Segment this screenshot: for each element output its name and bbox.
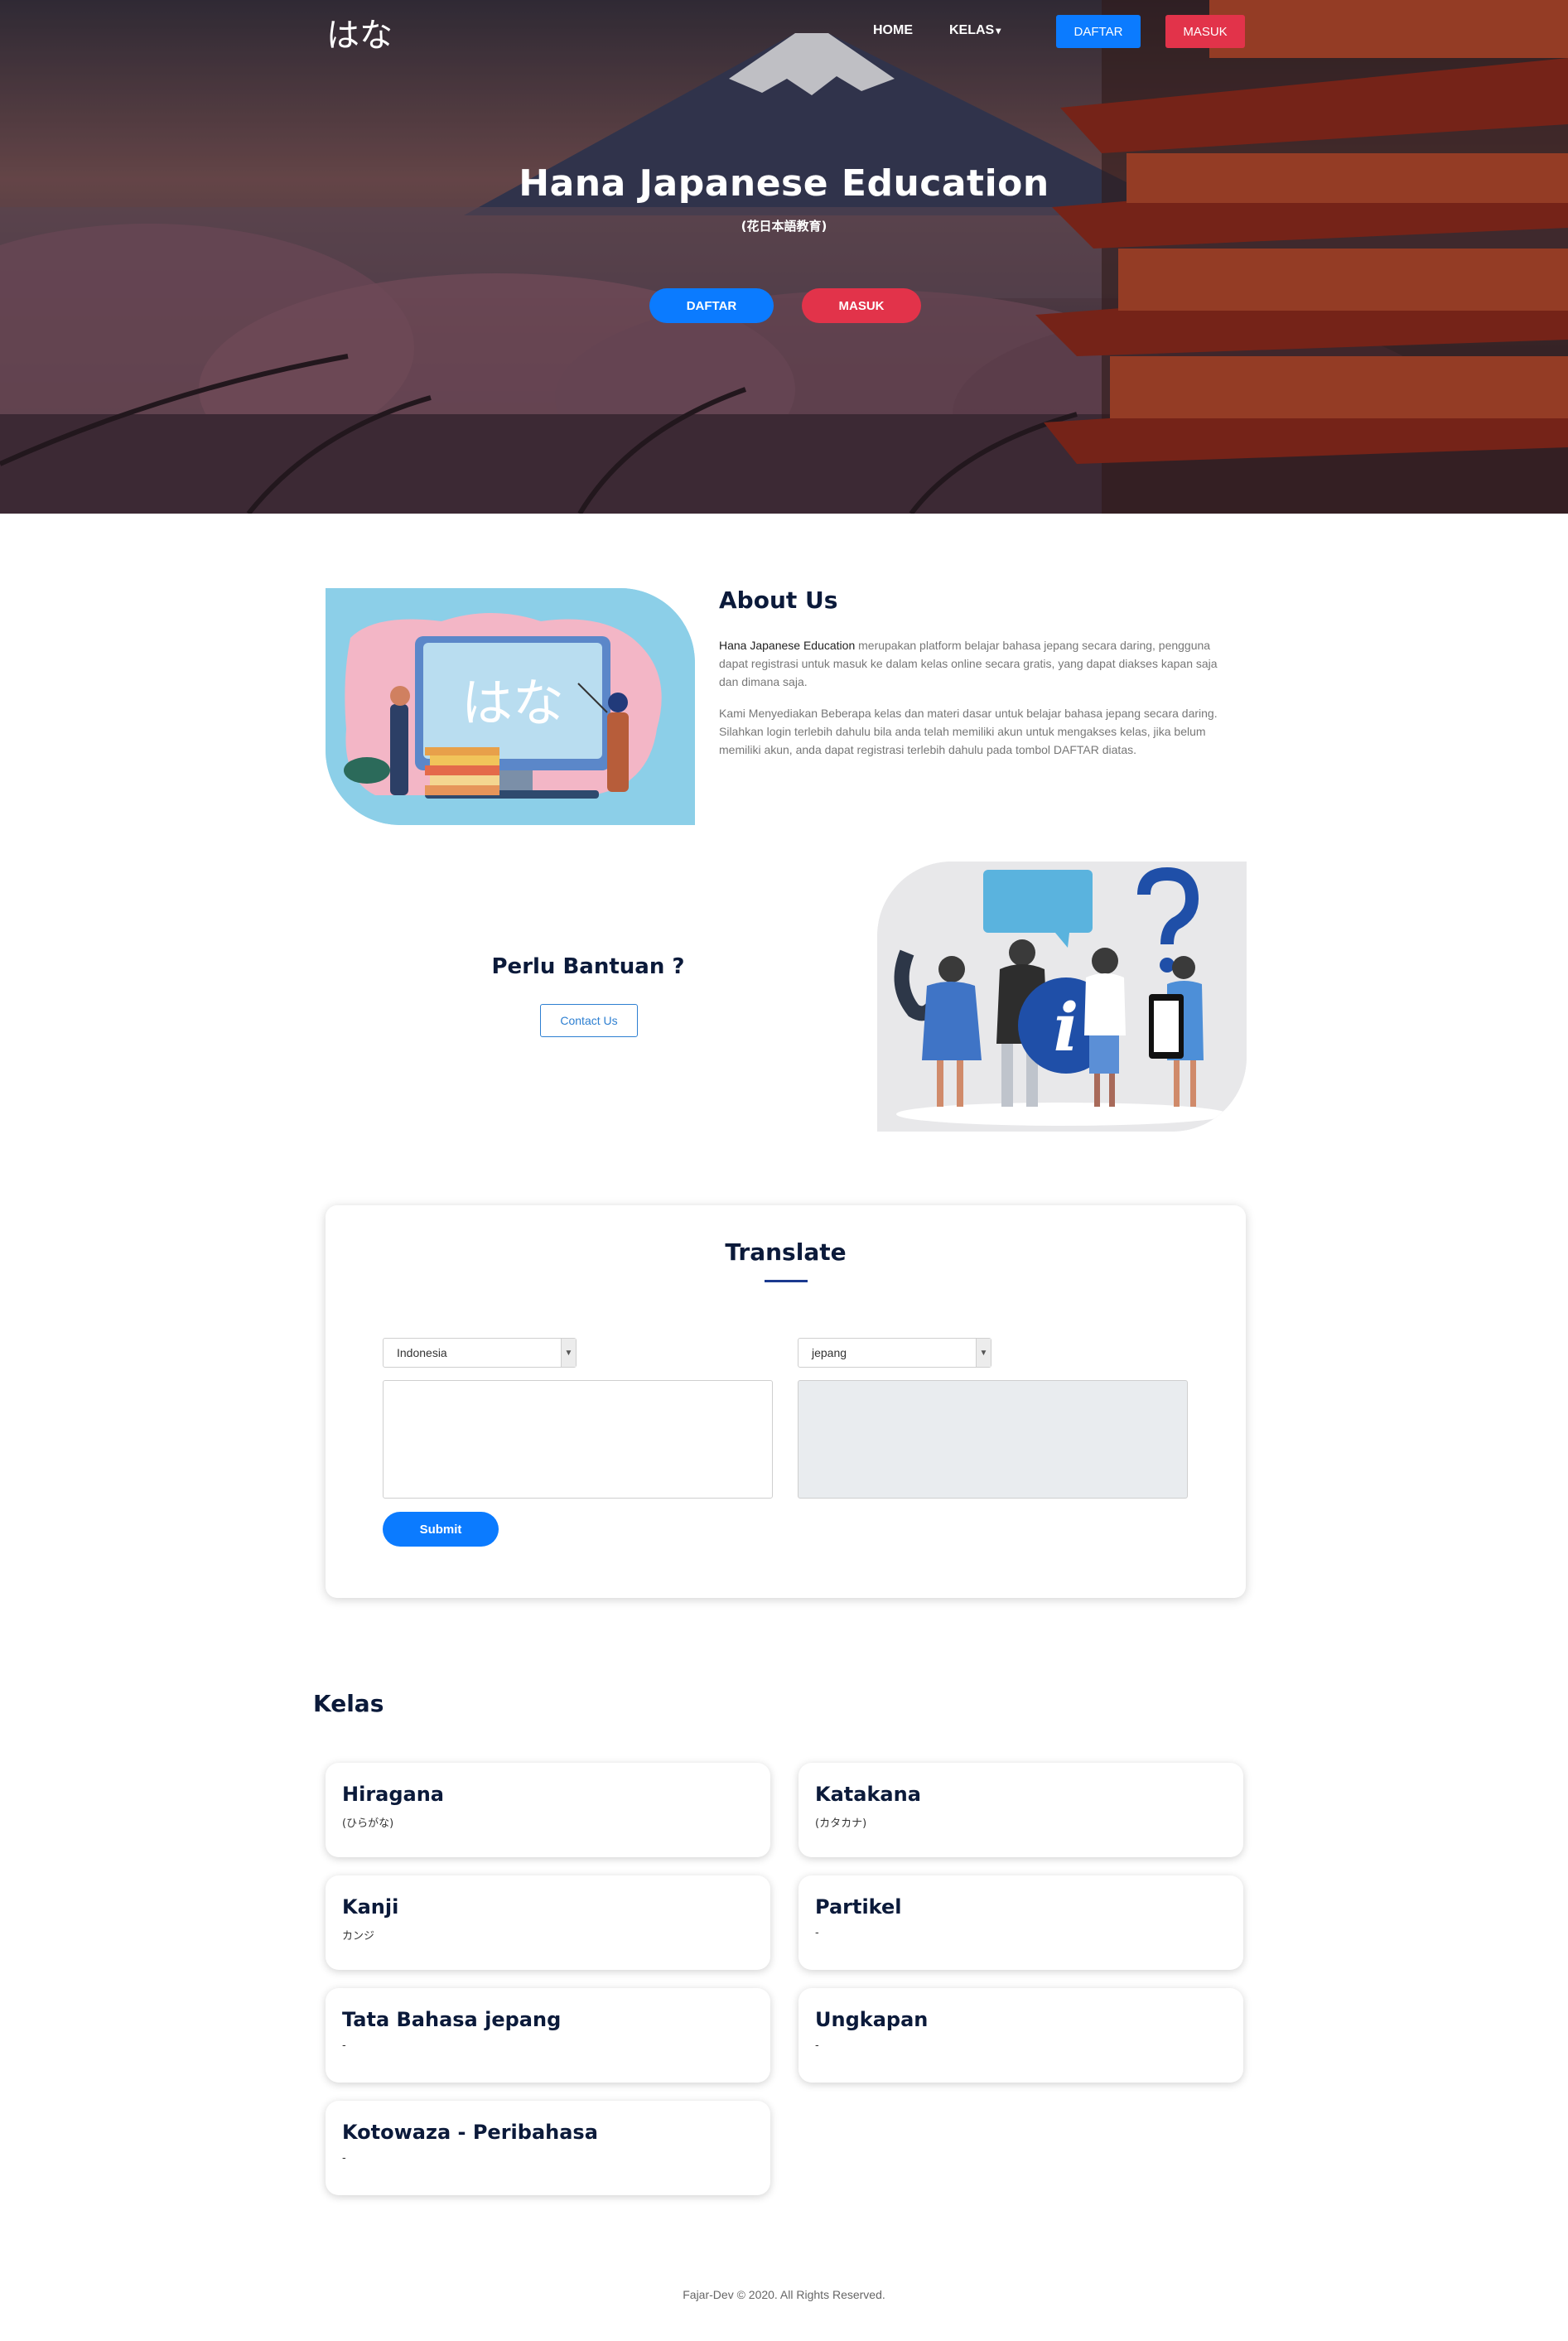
- contact-us-button[interactable]: Contact Us: [540, 1004, 638, 1037]
- hero-masuk-button[interactable]: MASUK: [802, 288, 921, 323]
- nav-daftar-button[interactable]: DAFTAR: [1056, 15, 1141, 48]
- translate-card: Translate Indonesia ▼ jepang ▼ Submit: [326, 1205, 1246, 1598]
- nav-masuk-button[interactable]: MASUK: [1165, 15, 1245, 48]
- source-text-input[interactable]: [383, 1380, 773, 1499]
- kelas-heading: Kelas: [313, 1690, 384, 1717]
- footer-copyright: Fajar-Dev © 2020. All Rights Reserved.: [683, 2288, 885, 2301]
- kelas-card-title: Kanji: [342, 1895, 399, 1919]
- kelas-card-subtitle: -: [342, 2152, 346, 2165]
- kelas-card-katakana[interactable]: Katakana (カタカナ): [798, 1763, 1243, 1857]
- kelas-card-title: Ungkapan: [815, 2008, 929, 2031]
- translate-title-underline: [765, 1280, 808, 1282]
- kelas-card-subtitle: (ひらがな): [342, 1817, 394, 1830]
- hero-section: [0, 0, 1568, 514]
- hero-title: Hana Japanese Education: [519, 162, 1049, 205]
- kelas-card-subtitle: -: [815, 2039, 819, 2052]
- kelas-card-subtitle: -: [342, 2039, 346, 2052]
- kelas-card-partikel[interactable]: Partikel -: [798, 1875, 1243, 1970]
- help-title: Perlu Bantuan ?: [491, 954, 685, 979]
- illustration-hana-text: はな: [461, 673, 564, 733]
- kelas-card-tata-bahasa[interactable]: Tata Bahasa jepang -: [326, 1988, 770, 2083]
- caret-down-icon: ▾: [996, 25, 1001, 36]
- source-language-value: Indonesia: [397, 1346, 447, 1359]
- translation-output: [798, 1380, 1188, 1499]
- kelas-card-title: Partikel: [815, 1895, 902, 1919]
- submit-button[interactable]: Submit: [383, 1512, 499, 1547]
- chevron-down-icon: ▼: [976, 1339, 991, 1367]
- kelas-card-kanji[interactable]: Kanji カンジ: [326, 1875, 770, 1970]
- teaching-illustration: はな: [326, 588, 695, 825]
- nav-kelas-dropdown[interactable]: KELAS ▾: [949, 23, 1001, 38]
- about-brand-name: Hana Japanese Education: [719, 639, 856, 652]
- support-people-illustration: i: [877, 862, 1247, 1132]
- kelas-card-subtitle: カンジ: [342, 1930, 375, 1943]
- target-language-value: jepang: [812, 1346, 847, 1359]
- target-language-select[interactable]: jepang ▼: [798, 1338, 991, 1368]
- source-language-select[interactable]: Indonesia ▼: [383, 1338, 577, 1368]
- chevron-down-icon: ▼: [561, 1339, 576, 1367]
- translate-title: Translate: [725, 1238, 847, 1266]
- kelas-card-hiragana[interactable]: Hiragana (ひらがな): [326, 1763, 770, 1857]
- hero-subtitle: (花日本語教育): [741, 219, 827, 234]
- svg-text:i: i: [1054, 988, 1078, 1066]
- nav-kelas-label: KELAS: [949, 23, 995, 37]
- hero-daftar-button[interactable]: DAFTAR: [649, 288, 774, 323]
- nav-home-link[interactable]: HOME: [873, 23, 913, 38]
- help-illustration: i: [877, 862, 1247, 1132]
- about-illustration: はな: [326, 588, 695, 825]
- hero-overlay: [0, 0, 1568, 514]
- kelas-card-subtitle: (カタカナ): [815, 1817, 867, 1830]
- kelas-card-title: Tata Bahasa jepang: [342, 2008, 562, 2031]
- about-paragraph-1: Hana Japanese Education merupakan platfo…: [719, 636, 1233, 691]
- about-paragraph-2: Kami Menyediakan Beberapa kelas dan mate…: [719, 707, 1218, 756]
- about-title: About Us: [719, 586, 838, 614]
- kelas-card-ungkapan[interactable]: Ungkapan -: [798, 1988, 1243, 2083]
- kelas-card-title: Katakana: [815, 1783, 921, 1806]
- kelas-card-subtitle: -: [815, 1927, 819, 1939]
- kelas-card-title: Kotowaza - Peribahasa: [342, 2121, 598, 2144]
- kelas-card-title: Hiragana: [342, 1783, 444, 1806]
- logo[interactable]: はな: [326, 8, 393, 56]
- kelas-card-kotowaza[interactable]: Kotowaza - Peribahasa -: [326, 2101, 770, 2195]
